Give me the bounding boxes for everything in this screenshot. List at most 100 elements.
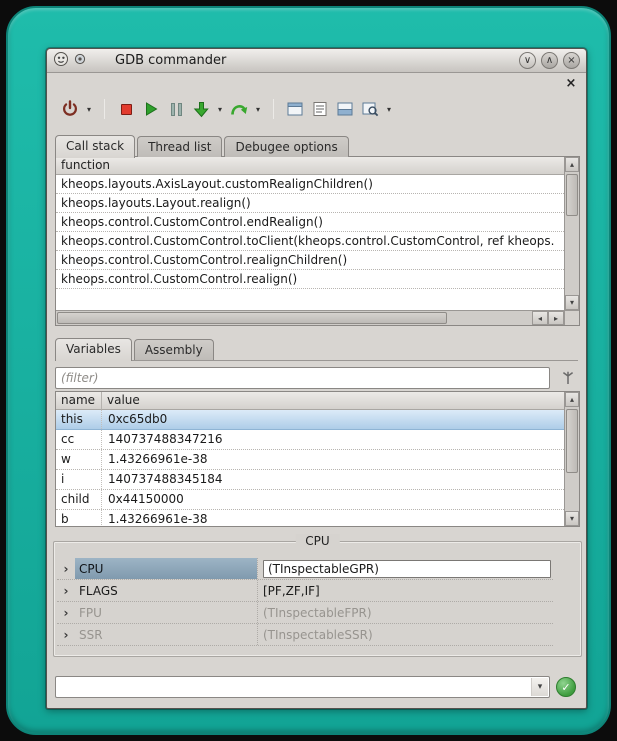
pause-button[interactable] (165, 97, 187, 121)
scroll-track[interactable] (565, 172, 579, 295)
inspect-dropdown-icon[interactable]: ▾ (384, 97, 394, 121)
watch-window-icon (337, 101, 353, 117)
power-dropdown-icon[interactable]: ▾ (84, 97, 94, 121)
tab-debugee-options[interactable]: Debugee options (224, 136, 348, 157)
step-into-dropdown-icon[interactable]: ▾ (215, 97, 225, 121)
variable-value: 140737488345184 (102, 470, 564, 489)
register-value-editor[interactable]: (TInspectableGPR) (263, 560, 551, 578)
step-into-icon (193, 101, 210, 118)
tab-call-stack[interactable]: Call stack (55, 135, 135, 158)
expander-icon[interactable]: › (57, 584, 75, 598)
variable-row[interactable]: child 0x44150000 (56, 490, 564, 510)
close-button[interactable]: × (563, 52, 580, 69)
scroll-thumb[interactable] (566, 409, 578, 473)
variable-row[interactable]: cc 140737488347216 (56, 430, 564, 450)
maximize-button[interactable]: ∧ (541, 52, 558, 69)
cpu-register-row[interactable]: › SSR (TInspectableSSR) (57, 624, 553, 646)
run-button[interactable] (140, 97, 162, 121)
scroll-thumb[interactable] (566, 174, 578, 216)
callstack-list: kheops.layouts.AxisLayout.customRealignC… (56, 175, 564, 310)
variable-name: cc (56, 430, 102, 449)
register-group-name[interactable]: FLAGS (75, 580, 257, 601)
variables-panel: name value this 0xc65db0 cc 140737488347… (55, 391, 580, 527)
variable-name: b (56, 510, 102, 526)
watch-window-button[interactable] (334, 97, 356, 121)
variable-row[interactable]: b 1.43266961e-38 (56, 510, 564, 526)
step-into-button[interactable] (190, 97, 212, 121)
stack-frame-row[interactable]: kheops.layouts.Layout.realign() (56, 194, 564, 213)
variable-name: child (56, 490, 102, 509)
callstack-column-header: function (56, 157, 564, 175)
command-combobox[interactable]: ▾ (55, 676, 550, 698)
step-over-dropdown-icon[interactable]: ▾ (253, 97, 263, 121)
filter-options-icon[interactable] (560, 370, 576, 386)
stack-frame-row[interactable]: kheops.layouts.AxisLayout.customRealignC… (56, 175, 564, 194)
callstack-vertical-scrollbar[interactable]: ▴ ▾ (564, 157, 579, 310)
inspect-window-button[interactable] (359, 97, 381, 121)
stack-frame-row[interactable]: kheops.control.CustomControl.realign() (56, 270, 564, 289)
expander-icon[interactable]: › (57, 628, 75, 642)
callstack-tabbar: Call stack Thread list Debugee options (55, 134, 349, 157)
toolbar-separator (273, 99, 274, 119)
stack-frame-row[interactable]: kheops.control.CustomControl.endRealign(… (56, 213, 564, 232)
combo-dropdown-icon[interactable]: ▾ (531, 678, 548, 696)
column-header-value: value (102, 392, 564, 410)
register-group-name[interactable]: SSR (75, 624, 257, 645)
filter-row (55, 367, 578, 389)
scroll-up-icon[interactable]: ▴ (565, 392, 579, 407)
cpu-register-list: › CPU (TInspectableGPR) › FLAGS [PF,ZF,I… (57, 558, 553, 646)
variables-vertical-scrollbar[interactable]: ▴ ▾ (564, 392, 579, 526)
tab-assembly[interactable]: Assembly (134, 339, 214, 360)
register-group-name[interactable]: CPU (75, 558, 257, 579)
titlebar[interactable]: GDB commander ∨ ∧ × (47, 49, 586, 73)
register-group-name[interactable]: FPU (75, 602, 257, 623)
variable-value: 1.43266961e-38 (102, 510, 564, 526)
expander-icon[interactable]: › (57, 606, 75, 620)
cpu-register-row[interactable]: › FPU (TInspectableFPR) (57, 602, 553, 624)
variable-value: 140737488347216 (102, 430, 564, 449)
variable-row[interactable]: w 1.43266961e-38 (56, 450, 564, 470)
command-input[interactable] (58, 678, 529, 696)
variable-row[interactable]: i 140737488345184 (56, 470, 564, 490)
decorative-frame: GDB commander ∨ ∧ × × ▾ ▾ (6, 6, 611, 735)
cpu-register-row[interactable]: › CPU (TInspectableGPR) (57, 558, 553, 580)
tab-variables[interactable]: Variables (55, 338, 132, 361)
scroll-thumb[interactable] (57, 312, 447, 324)
tab-thread-list[interactable]: Thread list (137, 136, 222, 157)
filter-input[interactable] (55, 367, 550, 389)
cpu-groupbox: CPU › CPU (TInspectableGPR) › FLAGS [PF,… (53, 541, 582, 657)
callstack-horizontal-scrollbar[interactable]: ◂ ▸ (56, 310, 564, 325)
scroll-right-icon[interactable]: ▸ (548, 311, 564, 325)
variable-name: this (56, 410, 102, 429)
output-list-button[interactable] (309, 97, 331, 121)
dock-close-icon[interactable]: × (564, 76, 578, 90)
scroll-track[interactable] (56, 311, 532, 325)
scroll-track[interactable] (565, 407, 579, 511)
variable-name: i (56, 470, 102, 489)
shade-button[interactable]: ∨ (519, 52, 536, 69)
scroll-left-icon[interactable]: ◂ (532, 311, 548, 325)
variable-row[interactable]: this 0xc65db0 (56, 410, 564, 430)
cpu-register-row[interactable]: › FLAGS [PF,ZF,IF] (57, 580, 553, 602)
stack-frame-row[interactable]: kheops.control.CustomControl.toClient(kh… (56, 232, 564, 251)
expander-icon[interactable]: › (57, 562, 75, 576)
stop-button[interactable] (115, 97, 137, 121)
stack-frame-row[interactable]: kheops.control.CustomControl.realignChil… (56, 251, 564, 270)
app-badge-icon (74, 53, 86, 68)
output-list-icon (312, 101, 328, 117)
step-over-button[interactable] (228, 97, 250, 121)
callstack-panel: function kheops.layouts.AxisLayout.custo… (55, 156, 580, 326)
execute-button[interactable]: ✓ (556, 677, 576, 697)
window-menu-icon[interactable] (53, 51, 69, 70)
source-window-icon (287, 101, 303, 117)
scroll-up-icon[interactable]: ▴ (565, 157, 579, 172)
scroll-down-icon[interactable]: ▾ (565, 511, 579, 526)
source-window-button[interactable] (284, 97, 306, 121)
power-button[interactable] (59, 97, 81, 121)
variable-value: 0xc65db0 (102, 410, 564, 429)
debug-toolbar: ▾ ▾ ▾ (59, 95, 394, 123)
variables-header: name value (56, 392, 564, 410)
inspector-tabbar: Variables Assembly (55, 338, 578, 361)
stop-icon (121, 104, 132, 115)
scroll-down-icon[interactable]: ▾ (565, 295, 579, 310)
